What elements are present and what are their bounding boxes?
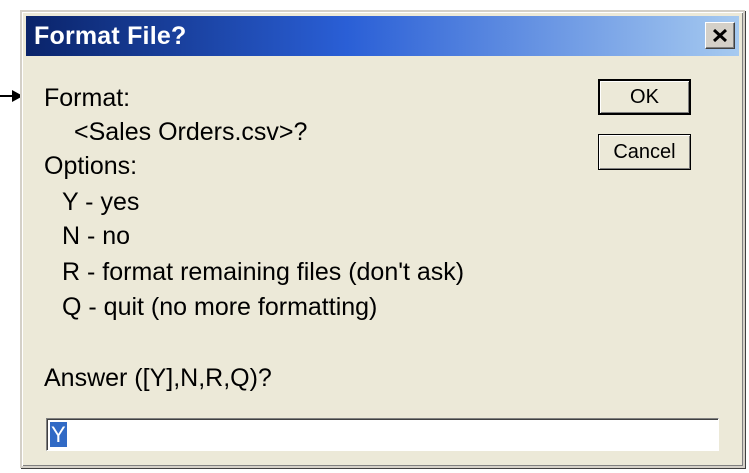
answer-prompt: Answer ([Y],N,R,Q)? [44,364,272,392]
close-icon [713,29,727,42]
options-label: Options: [44,152,138,180]
screen: Format File? Format: <Sales Orders.csv>?… [0,0,749,473]
file-name: <Sales Orders.csv>? [74,118,308,146]
answer-selected-text: Y [50,422,67,447]
option-no: N - no [62,222,131,250]
option-remaining: R - format remaining files (don't ask) [62,258,465,286]
title-bar: Format File? [26,16,739,56]
option-yes: Y - yes [62,188,140,216]
option-quit: Q - quit (no more formatting) [62,293,378,321]
dialog-title: Format File? [34,22,187,50]
format-label: Format: [44,84,131,112]
close-button[interactable] [705,22,735,49]
format-file-dialog: Format File? Format: <Sales Orders.csv>?… [20,10,745,468]
cancel-button[interactable]: Cancel [598,134,691,170]
answer-input[interactable] [46,418,719,451]
ok-button[interactable]: OK [598,79,691,115]
